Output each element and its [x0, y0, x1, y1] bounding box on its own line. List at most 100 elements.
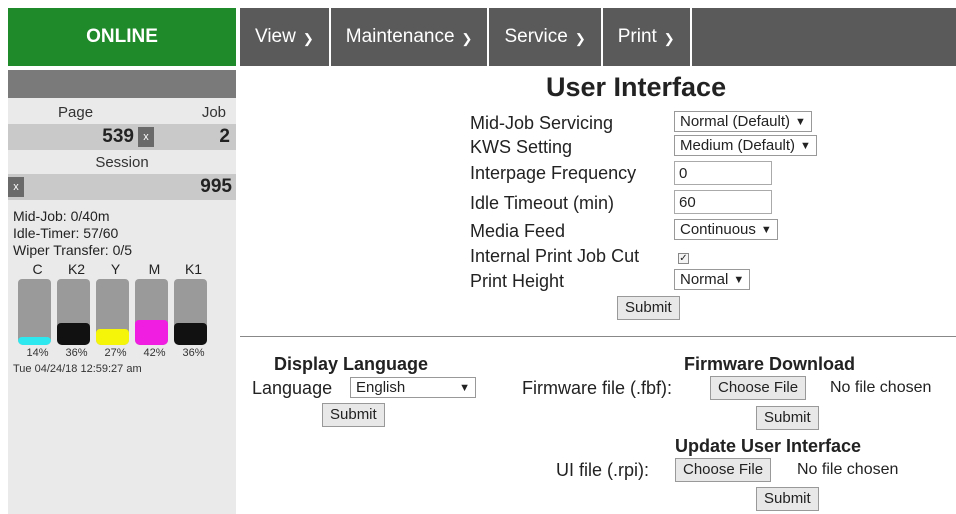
- ink-fill: [18, 337, 51, 345]
- nav-print-label: Print: [617, 26, 657, 47]
- internal-print-job-cut-checkbox[interactable]: ✓: [678, 248, 689, 266]
- interpage-frequency-input[interactable]: [674, 161, 772, 185]
- firmware-submit-button[interactable]: Submit: [756, 406, 819, 430]
- page-count: 539: [102, 126, 134, 147]
- top-nav: View ❯ Maintenance ❯ Service ❯ Print ❯: [240, 8, 956, 66]
- ink-percent: 36%: [65, 347, 88, 359]
- ui-no-file-text: No file chosen: [797, 461, 899, 478]
- ink-percent: 36%: [182, 347, 205, 359]
- language-submit-button[interactable]: Submit: [322, 403, 385, 427]
- status-sidebar: Page Job 539 x 2 Session x 995 Mid-Job: …: [8, 70, 236, 514]
- job-count: 2: [219, 126, 230, 147]
- dropdown-arrow-icon: ▼: [733, 273, 745, 286]
- ink-names: C K2 Y M K1: [8, 261, 236, 277]
- ink-gauge-y: [96, 279, 129, 345]
- mid-job-servicing-select[interactable]: Normal (Default) ▼: [674, 111, 812, 132]
- media-feed-select[interactable]: Continuous ▼: [674, 219, 778, 240]
- ink-percentages: 14% 36% 27% 42% 36%: [8, 347, 236, 359]
- nav-view-menu[interactable]: View ❯: [240, 8, 331, 66]
- chevron-down-icon: ❯: [574, 31, 586, 46]
- clear-session-button[interactable]: x: [8, 177, 24, 197]
- ink-fill: [135, 320, 168, 345]
- firmware-download-title: Firmware Download: [684, 354, 856, 374]
- session-count: 995: [200, 176, 232, 197]
- language-label: Language: [252, 378, 333, 398]
- ink-fill: [96, 329, 129, 345]
- ink-fill: [174, 323, 207, 345]
- ink-name: M: [148, 261, 161, 277]
- language-value: English: [356, 379, 406, 396]
- dropdown-arrow-icon: ▼: [800, 139, 811, 152]
- ink-percent: 42%: [143, 347, 166, 359]
- kws-setting-value: Medium (Default): [680, 137, 796, 154]
- ink-name: K1: [184, 261, 203, 277]
- page-title: User Interface: [546, 72, 727, 102]
- media-feed-label: Media Feed: [470, 221, 566, 241]
- session-label: Session: [95, 154, 149, 171]
- firmware-no-file-text: No file chosen: [830, 379, 932, 396]
- chevron-down-icon: ❯: [461, 31, 473, 46]
- language-select[interactable]: English ▼: [350, 377, 476, 398]
- firmware-choose-file-button[interactable]: Choose File: [710, 376, 807, 400]
- print-height-select[interactable]: Normal ▼: [674, 269, 751, 290]
- mid-job-servicing-value: Normal (Default): [680, 113, 791, 130]
- maintenance-stats: Mid-Job: 0/40m Idle-Timer: 57/60 Wiper T…: [8, 208, 236, 259]
- interpage-frequency-label: Interpage Frequency: [470, 163, 637, 183]
- ink-name: Y: [110, 261, 121, 277]
- wiper-transfer-stat: Wiper Transfer: 0/5: [13, 242, 133, 258]
- ink-gauge-k1: [174, 279, 207, 345]
- nav-service-label: Service: [504, 26, 568, 47]
- online-status-badge: ONLINE: [8, 8, 236, 66]
- ink-gauge-c: [18, 279, 51, 345]
- job-label: Job: [201, 104, 226, 121]
- ink-percent: 14%: [26, 347, 49, 359]
- idle-timeout-input[interactable]: [674, 190, 772, 214]
- page-job-counter: 539 x 2: [8, 124, 236, 150]
- kws-setting-label: KWS Setting: [470, 137, 573, 157]
- checkmark-icon: ✓: [678, 253, 689, 264]
- printer-web-ui: ONLINE View ❯ Maintenance ❯ Service ❯ Pr…: [0, 0, 956, 514]
- nav-view-label: View: [255, 26, 296, 47]
- chevron-down-icon: ❯: [663, 31, 675, 46]
- kws-setting-select[interactable]: Medium (Default) ▼: [674, 135, 817, 156]
- nav-maintenance-menu[interactable]: Maintenance ❯: [331, 8, 490, 66]
- nav-service-menu[interactable]: Service ❯: [489, 8, 603, 66]
- clear-page-job-button[interactable]: x: [138, 127, 154, 147]
- page-label: Page: [58, 104, 94, 121]
- dropdown-arrow-icon: ▼: [459, 381, 470, 394]
- nav-print-menu[interactable]: Print ❯: [603, 8, 692, 66]
- sidebar-header: [8, 70, 236, 98]
- dropdown-arrow-icon: ▼: [795, 115, 806, 128]
- internal-print-job-cut-label: Internal Print Job Cut: [470, 246, 640, 266]
- ink-gauge-k2: [57, 279, 90, 345]
- ui-submit-button[interactable]: Submit: [617, 296, 680, 320]
- update-ui-title: Update User Interface: [675, 436, 862, 456]
- printer-datetime: Tue 04/24/18 12:59:27 am: [13, 363, 142, 375]
- nav-maintenance-label: Maintenance: [345, 26, 455, 47]
- media-feed-value: Continuous: [680, 221, 756, 238]
- ui-file-submit-button[interactable]: Submit: [756, 487, 819, 511]
- idle-timer-stat: Idle-Timer: 57/60: [13, 225, 119, 241]
- session-counter: x 995: [8, 174, 236, 200]
- idle-timeout-label: Idle Timeout (min): [470, 193, 615, 213]
- display-language-title: Display Language: [274, 354, 429, 374]
- session-label-row: Session: [8, 150, 236, 171]
- firmware-file-label: Firmware file (.fbf):: [522, 378, 673, 398]
- ink-percent: 27%: [104, 347, 127, 359]
- dropdown-arrow-icon: ▼: [760, 223, 772, 236]
- ink-name: K2: [67, 261, 86, 277]
- ui-choose-file-button[interactable]: Choose File: [675, 458, 772, 482]
- mid-job-servicing-label: Mid-Job Servicing: [470, 113, 614, 133]
- ink-level-gauges: [8, 279, 236, 345]
- status-label: ONLINE: [86, 26, 158, 47]
- section-divider: [240, 336, 956, 337]
- ink-name: C: [32, 261, 43, 277]
- page-job-labels: Page Job: [8, 98, 236, 121]
- print-height-value: Normal: [680, 271, 729, 288]
- ink-gauge-m: [135, 279, 168, 345]
- mid-job-stat: Mid-Job: 0/40m: [13, 208, 110, 224]
- ink-fill: [57, 323, 90, 345]
- print-height-label: Print Height: [470, 271, 565, 291]
- ui-file-label: UI file (.rpi):: [556, 460, 650, 480]
- chevron-down-icon: ❯: [302, 31, 314, 46]
